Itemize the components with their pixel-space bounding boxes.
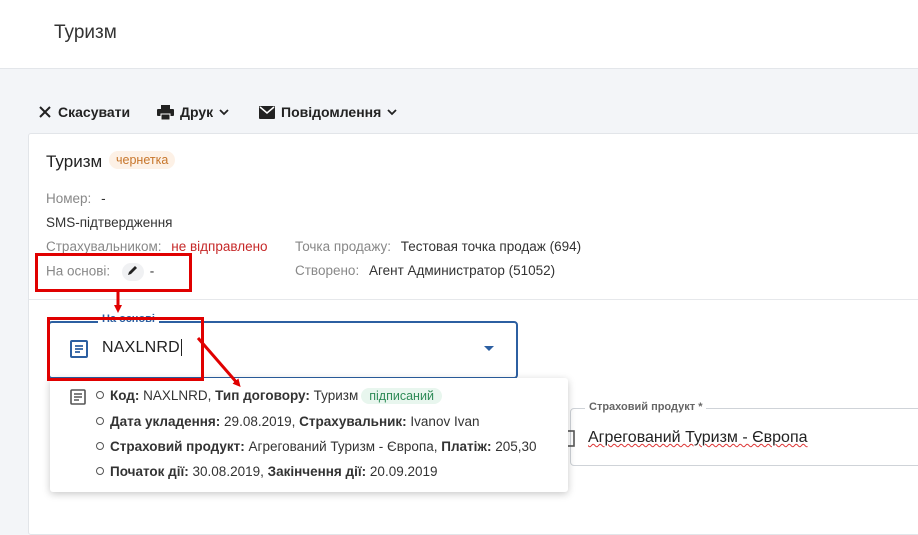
insurer-value: Ivanov Ivan [410, 414, 480, 429]
print-button[interactable]: Друк [157, 104, 229, 120]
option-line-date: Дата укладення: 29.08.2019, Страхувальни… [96, 414, 479, 429]
option-line-period: Початок дії: 30.08.2019, Закінчення дії:… [96, 464, 438, 479]
created-value: Агент Администратор (51052) [368, 263, 556, 278]
date-value: 29.08.2019, [224, 414, 296, 429]
code-value: NAXLNRD, [143, 388, 212, 403]
app-title: Туризм [54, 22, 117, 43]
bullet-icon [96, 442, 104, 451]
product-label: Страховий продукт: [110, 439, 245, 454]
basis-value: - [149, 263, 155, 279]
product-value: Агрегований Туризм - Європа, [248, 439, 438, 454]
sale-point-value: Тестовая точка продаж (694) [400, 239, 582, 254]
dropdown-option[interactable]: Код: NAXLNRD, Тип договору: Туризм підпис… [50, 378, 568, 492]
print-label: Друк [180, 104, 214, 120]
bullet-icon [96, 391, 104, 400]
bullet-icon [96, 417, 104, 426]
document-icon [70, 389, 86, 410]
start-value: 30.08.2019, [192, 464, 264, 479]
insurer-value: не відправлено [171, 239, 268, 254]
top-bar: Туризм [0, 0, 918, 69]
chevron-down-icon [219, 108, 229, 116]
sale-point-row: Точка продажу: Тестовая точка продаж (69… [295, 239, 581, 254]
sale-point-label: Точка продажу: [295, 239, 391, 254]
type-value: Туризм [313, 388, 359, 403]
chevron-down-icon [387, 108, 397, 116]
sms-heading: SMS-підтвердження [46, 215, 173, 230]
product-select[interactable]: Страховий продукт * Агрегований Туризм -… [565, 401, 918, 466]
option-line-code: Код: NAXLNRD, Тип договору: Туризм підпис… [96, 388, 442, 404]
notifications-label: Повідомлення [281, 104, 382, 120]
code-label: Код: [110, 388, 140, 403]
basis-select[interactable]: На основі NAXLNRD [48, 313, 518, 379]
section-divider [29, 299, 918, 300]
basis-field-legend: На основі [98, 313, 159, 325]
basis-row: На основі: - [46, 263, 154, 281]
product-value: Агрегований Туризм - Європа [588, 429, 808, 446]
option-line-product: Страховий продукт: Агрегований Туризм - … [96, 439, 537, 454]
end-label: Закінчення дії: [267, 464, 367, 479]
created-row: Створено: Агент Администратор (51052) [295, 263, 555, 278]
close-icon [38, 105, 52, 119]
edit-basis-button[interactable] [121, 263, 144, 281]
product-field-legend: Страховий продукт * [585, 401, 707, 413]
number-row: Номер: - [46, 191, 106, 206]
insurer-row: Страхувальником: не відправлено [46, 239, 268, 254]
date-label: Дата укладення: [110, 414, 221, 429]
payment-value: 205,30 [495, 439, 537, 454]
number-value: - [101, 191, 106, 206]
cancel-label: Скасувати [58, 104, 131, 120]
action-toolbar: Скасувати Друк Повідомлення [0, 98, 918, 130]
number-label: Номер: [46, 191, 92, 206]
envelope-icon [259, 105, 275, 119]
basis-input-text: NAXLNRD [102, 339, 180, 356]
start-label: Початок дії: [110, 464, 189, 479]
text-cursor [180, 339, 182, 357]
basis-label: На основі: [46, 263, 111, 279]
payment-label: Платіж: [441, 439, 492, 454]
basis-dropdown: Код: NAXLNRD, Тип договору: Туризм підпис… [50, 378, 568, 492]
insurer-label: Страхувальник: [299, 414, 407, 429]
notifications-button[interactable]: Повідомлення [259, 104, 397, 120]
basis-input[interactable]: NAXLNRD [102, 339, 182, 357]
chevron-down-icon[interactable] [484, 346, 494, 351]
printer-icon [157, 104, 174, 120]
document-icon [70, 340, 88, 363]
signed-badge: підписаний [361, 388, 442, 404]
end-value: 20.09.2019 [369, 464, 438, 479]
type-label: Тип договору: [215, 388, 310, 403]
cancel-button[interactable]: Скасувати [38, 104, 130, 120]
pencil-icon [128, 266, 138, 275]
document-title: Туризм [46, 152, 103, 171]
status-badge: чернетка [109, 151, 176, 169]
created-label: Створено: [295, 263, 360, 278]
bullet-icon [96, 467, 104, 476]
insurer-label: Страхувальником: [46, 239, 162, 254]
